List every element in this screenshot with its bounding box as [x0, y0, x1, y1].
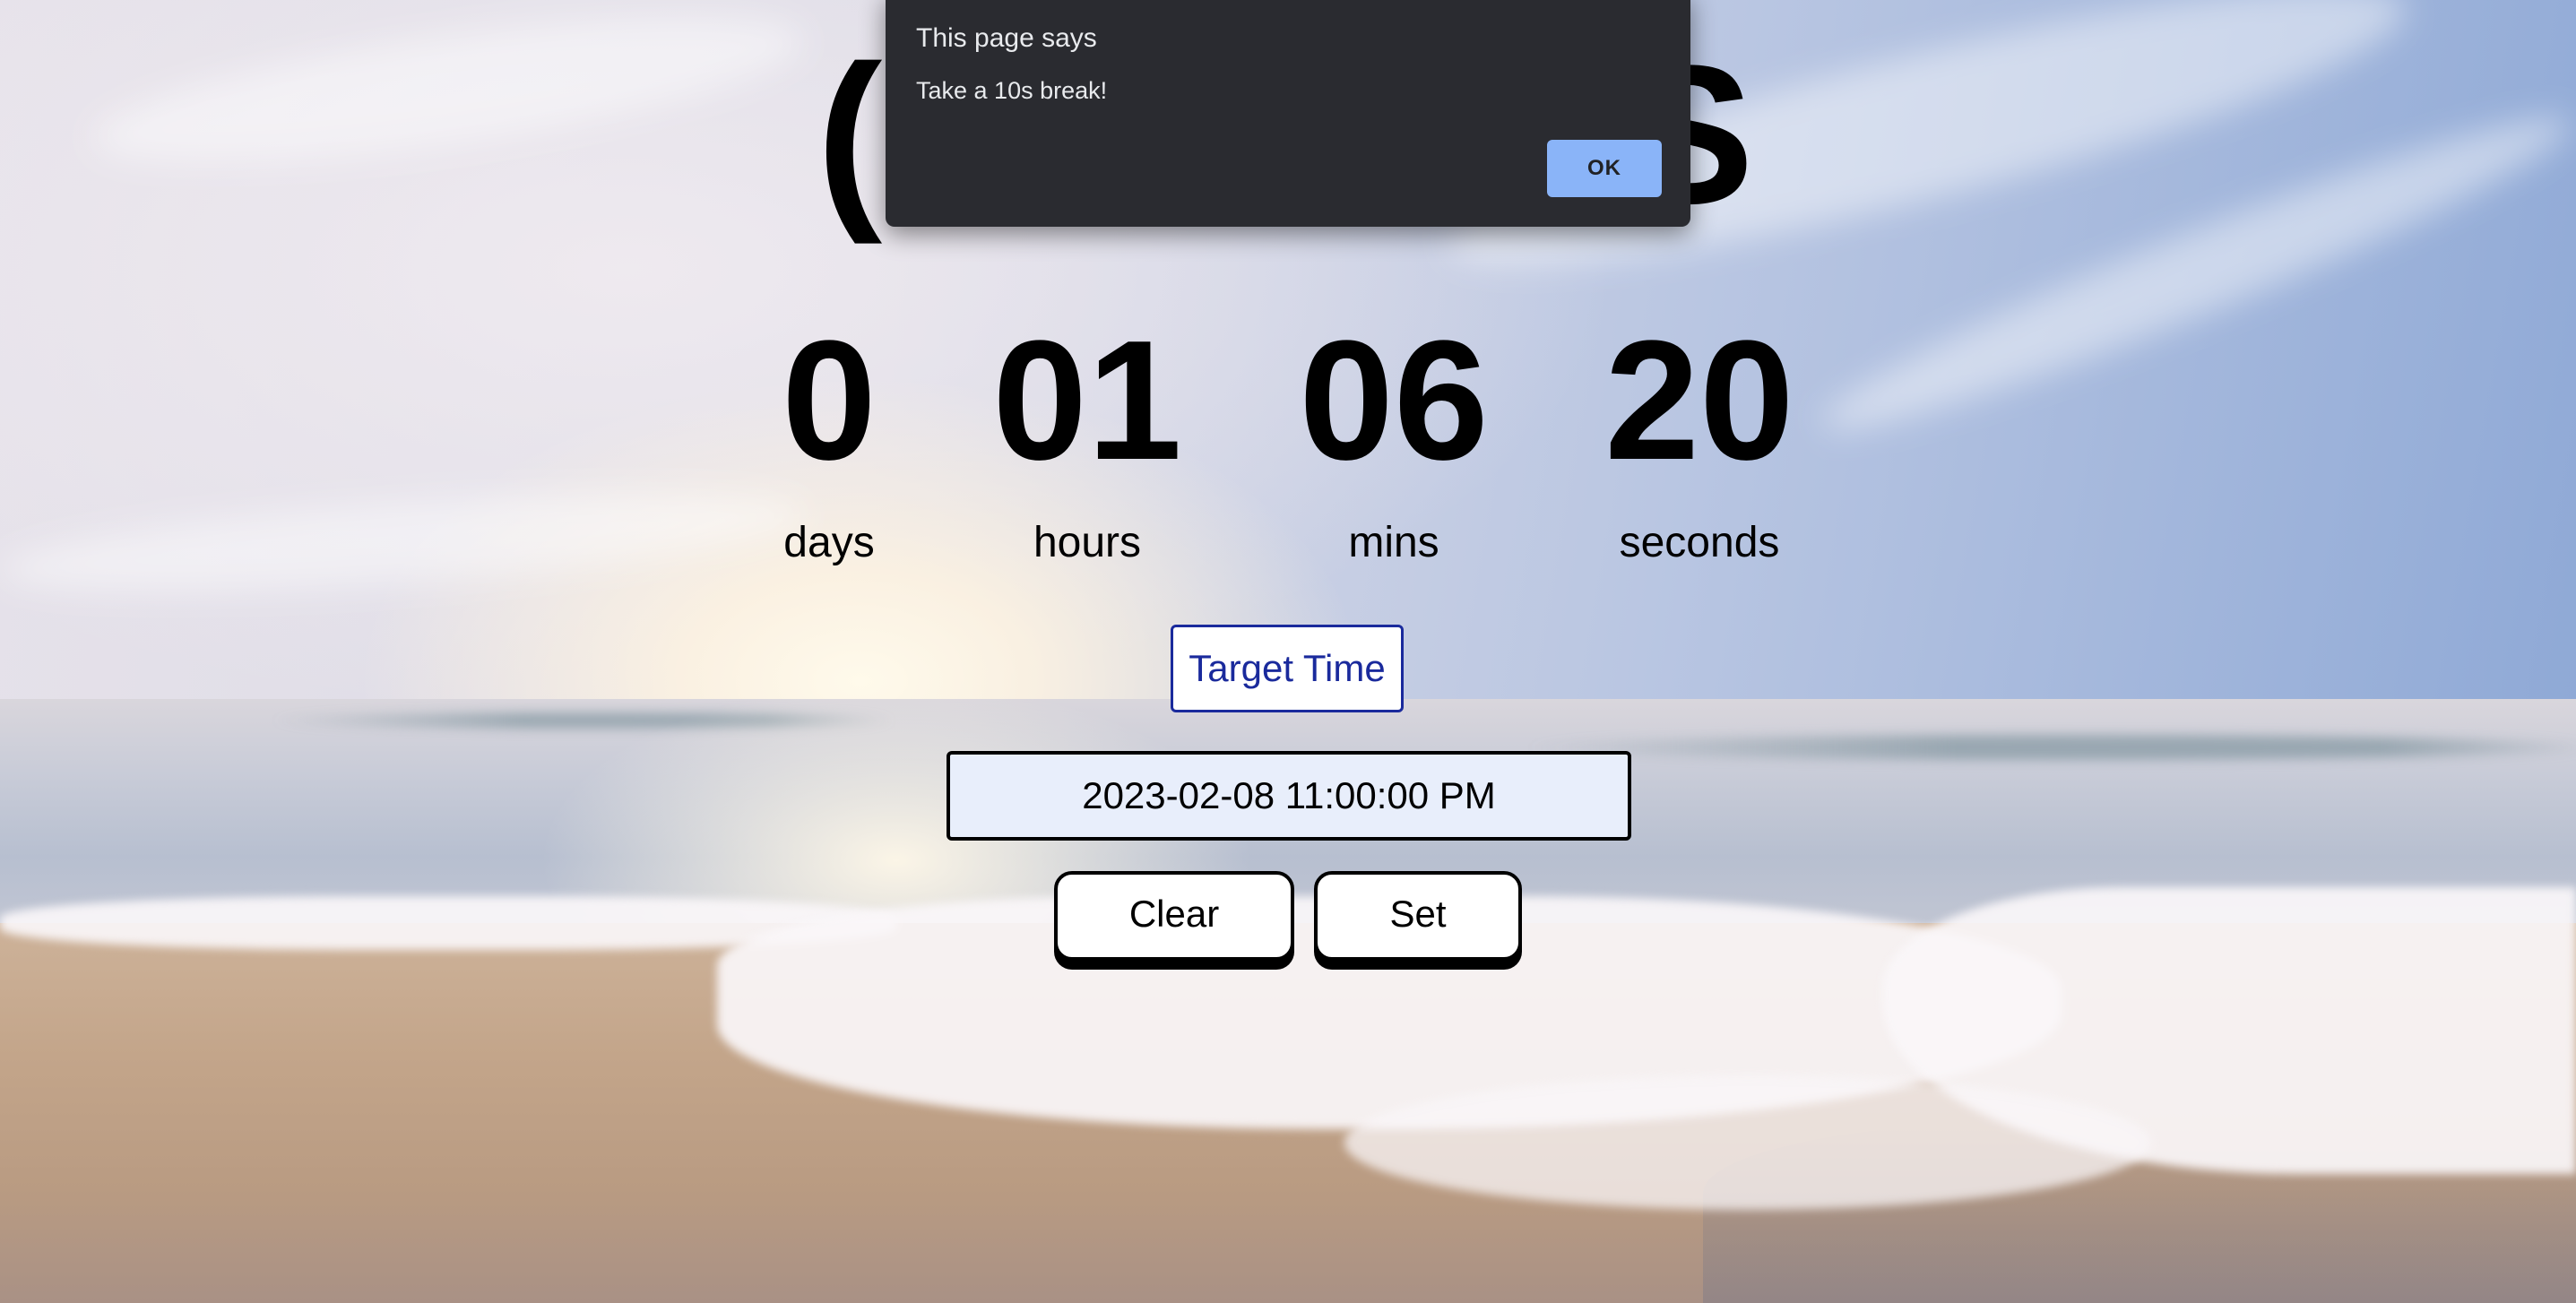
wave: [1524, 735, 2576, 760]
set-button[interactable]: Set: [1314, 871, 1522, 961]
hours-unit: 01 hours: [926, 315, 1249, 567]
target-time-label: Target Time: [1171, 625, 1404, 712]
alert-dialog: This page says Take a 10s break! OK: [886, 0, 1690, 227]
alert-message: Take a 10s break!: [916, 77, 1108, 104]
alert-title: This page says: [916, 23, 1097, 53]
seconds-label: seconds: [1619, 519, 1780, 566]
hours-value: 01: [992, 306, 1182, 496]
page: (S 0 days 01 hours 06 mins 20 seconds Ta…: [0, 0, 2576, 1303]
clear-button[interactable]: Clear: [1054, 871, 1294, 961]
hours-label: hours: [1033, 519, 1142, 566]
seconds-value: 20: [1604, 306, 1794, 496]
mins-unit: 06 mins: [1232, 315, 1555, 567]
foam: [1344, 1075, 2151, 1210]
seconds-unit: 20 seconds: [1538, 315, 1861, 567]
mins-label: mins: [1348, 519, 1439, 566]
mins-value: 06: [1299, 306, 1489, 496]
ok-button[interactable]: OK: [1547, 140, 1662, 197]
target-datetime-input[interactable]: 2023-02-08 11:00:00 PM: [947, 751, 1631, 841]
